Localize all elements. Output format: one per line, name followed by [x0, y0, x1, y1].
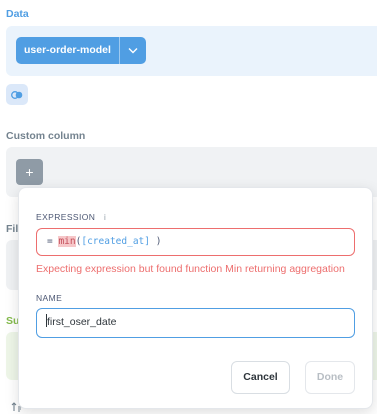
- add-custom-column-button[interactable]: +: [16, 159, 43, 185]
- expression-label: EXPRESSION: [36, 212, 96, 222]
- table-name[interactable]: user-order-model: [16, 37, 119, 64]
- column-name-input[interactable]: first_oser_date: [36, 308, 355, 338]
- cancel-button[interactable]: Cancel: [231, 361, 290, 394]
- expression-function: min: [58, 236, 76, 247]
- toggle-icon[interactable]: [6, 84, 28, 105]
- done-button[interactable]: Done: [305, 361, 355, 394]
- expression-error: Expecting expression but found function …: [36, 263, 345, 275]
- column-name-value: first_oser_date: [47, 316, 117, 328]
- info-icon[interactable]: i: [104, 213, 106, 222]
- custom-column-title: Custom column: [6, 130, 86, 142]
- expression-close-paren: ): [150, 236, 162, 247]
- filter-section-title: Fil: [6, 223, 19, 235]
- data-section-title: Data: [6, 8, 29, 20]
- expression-field: [created_at]: [81, 236, 150, 247]
- data-section: user-order-model: [6, 26, 377, 76]
- notebook-editor: Data user-order-model Custom column + Fi…: [0, 0, 377, 414]
- expression-label-row: EXPRESSION i: [36, 212, 106, 222]
- custom-expression-popover: EXPRESSION i = min([created_at] ) Expect…: [18, 187, 373, 409]
- name-label: NAME: [36, 293, 63, 303]
- table-picker-button[interactable]: user-order-model: [16, 37, 146, 64]
- expression-equals: =: [47, 236, 59, 247]
- chevron-down-icon[interactable]: [118, 37, 146, 64]
- expression-input[interactable]: = min([created_at] ): [36, 228, 355, 256]
